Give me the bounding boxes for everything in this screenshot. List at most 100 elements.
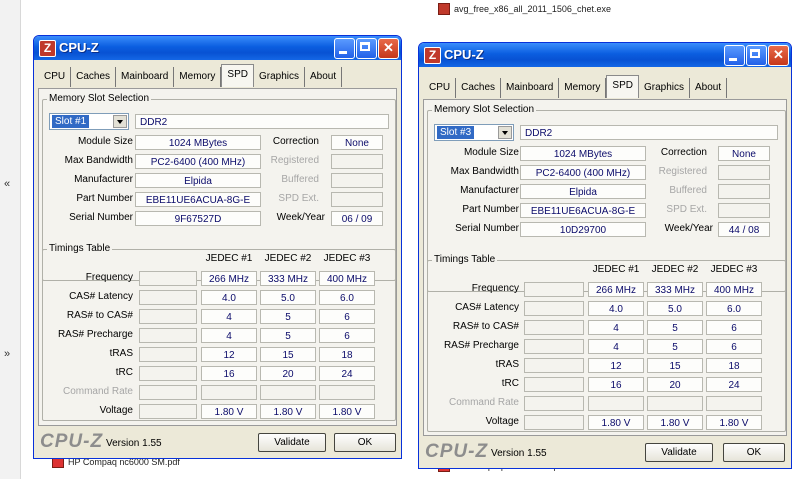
timings-group-label: Timings Table [47, 243, 113, 254]
close-icon: ✕ [773, 47, 784, 62]
part-number-value: EBE11UE6ACUA-8G-E [135, 192, 261, 207]
frequency-jedec-2: 333 MHz [647, 282, 703, 297]
title-bar[interactable]: Z CPU-Z ✕ [34, 36, 401, 60]
slot-select-value: Slot #1 [52, 115, 90, 128]
spd-ext-value [718, 203, 770, 218]
tab-about[interactable]: About [690, 78, 728, 98]
tab-spd[interactable]: SPD [606, 75, 639, 98]
tras-jedec-1: 12 [588, 358, 644, 373]
timing-blank-cell [524, 339, 584, 354]
close-button[interactable]: ✕ [768, 45, 789, 66]
timing-blank-cell [139, 271, 197, 286]
background-file-top[interactable]: avg_free_x86_all_2011_1506_chet.exe [438, 3, 611, 15]
close-button[interactable]: ✕ [378, 38, 399, 59]
ok-button[interactable]: OK [334, 433, 396, 452]
ok-button[interactable]: OK [723, 443, 785, 462]
tab-mainboard[interactable]: Mainboard [501, 78, 560, 98]
ras-precharge-jedec-1: 4 [588, 339, 644, 354]
frequency-jedec-2: 333 MHz [260, 271, 316, 286]
serial-number-value: 10D29700 [520, 222, 646, 237]
jedec-2-header: JEDEC #2 [651, 264, 699, 275]
part-number-label: Part Number [462, 204, 519, 215]
command-rate-jedec-2 [260, 385, 316, 400]
minimize-button[interactable] [724, 45, 745, 66]
window-footer: CPU-Z Version 1.55 Validate OK [34, 428, 401, 458]
slot-select[interactable]: Slot #3 [434, 124, 514, 141]
timings-group: Timings Table JEDEC #1 JEDEC #2 JEDEC #3… [42, 243, 396, 421]
timing-blank-cell [524, 320, 584, 335]
collapse-up-icon[interactable]: « [4, 178, 10, 190]
tab-graphics[interactable]: Graphics [639, 78, 690, 98]
tab-spd[interactable]: SPD [221, 64, 254, 87]
timing-blank-cell [139, 366, 197, 381]
jedec-3-header: JEDEC #3 [710, 264, 758, 275]
cpuz-window-2: Z CPU-Z ✕ CPU Caches Mainboard Memory SP… [418, 42, 792, 469]
tab-memory[interactable]: Memory [559, 78, 607, 98]
ras-precharge-jedec-1: 4 [201, 328, 257, 343]
validate-button[interactable]: Validate [258, 433, 326, 452]
cpuz-window-1: Z CPU-Z ✕ CPU Caches Mainboard Memory SP… [33, 35, 402, 459]
collapse-down-icon[interactable]: » [4, 348, 10, 360]
tras-label: tRAS [495, 359, 519, 370]
cas-latency-jedec-1: 4.0 [588, 301, 644, 316]
timing-blank-cell [139, 290, 197, 305]
tras-jedec-1: 12 [201, 347, 257, 362]
voltage-label: Voltage [99, 405, 133, 416]
command-rate-jedec-1 [588, 396, 644, 411]
timing-blank-cell [524, 396, 584, 411]
manufacturer-label: Manufacturer [74, 174, 133, 185]
timing-blank-cell [139, 328, 197, 343]
title-bar[interactable]: Z CPU-Z ✕ [419, 43, 791, 67]
tab-memory[interactable]: Memory [174, 67, 222, 87]
tab-caches[interactable]: Caches [456, 78, 502, 98]
frequency-jedec-3: 400 MHz [319, 271, 375, 286]
trc-label: tRC [501, 378, 519, 389]
registered-label: Registered [658, 166, 707, 177]
frequency-jedec-1: 266 MHz [201, 271, 257, 286]
part-number-label: Part Number [76, 193, 133, 204]
spd-panel: Memory Slot Selection Slot #3 DDR2 Modul… [423, 99, 787, 436]
memory-slot-group-label: Memory Slot Selection [432, 104, 537, 115]
cpuz-app-icon: Z [39, 40, 56, 57]
tab-mainboard[interactable]: Mainboard [116, 67, 175, 87]
chevron-down-icon[interactable] [113, 115, 127, 128]
slot-select[interactable]: Slot #1 [49, 113, 129, 130]
tab-graphics[interactable]: Graphics [254, 67, 305, 87]
manufacturer-value: Elpida [520, 184, 646, 199]
tab-strip: CPU Caches Mainboard Memory SPD Graphics… [39, 64, 343, 87]
tab-caches[interactable]: Caches [71, 67, 117, 87]
timings-group: Timings Table JEDEC #1 JEDEC #2 JEDEC #3… [427, 254, 786, 432]
background-file-top-label: avg_free_x86_all_2011_1506_chet.exe [454, 4, 611, 14]
jedec-3-header: JEDEC #3 [323, 253, 371, 264]
buffered-label: Buffered [669, 185, 707, 196]
spd-ext-label: SPD Ext. [278, 193, 319, 204]
chevron-down-icon[interactable] [498, 126, 512, 139]
module-size-value: 1024 MBytes [520, 146, 646, 161]
tab-cpu[interactable]: CPU [39, 67, 72, 87]
week-year-value: 06 / 09 [331, 211, 383, 226]
timing-blank-cell [524, 358, 584, 373]
ras-to-cas-jedec-2: 5 [260, 309, 316, 324]
maximize-button[interactable] [356, 38, 377, 59]
timing-blank-cell [139, 347, 197, 362]
minimize-button[interactable] [334, 38, 355, 59]
command-rate-jedec-1 [201, 385, 257, 400]
slot-select-value: Slot #3 [437, 126, 475, 139]
cas-latency-label: CAS# Latency [455, 302, 519, 313]
ras-to-cas-jedec-1: 4 [588, 320, 644, 335]
window-title: CPU-Z [59, 40, 99, 55]
week-year-value: 44 / 08 [718, 222, 770, 237]
maximize-button[interactable] [746, 45, 767, 66]
timing-blank-cell [524, 301, 584, 316]
timing-blank-cell [524, 282, 584, 297]
tab-about[interactable]: About [305, 67, 343, 87]
buffered-value [331, 173, 383, 188]
cpuz-logo: CPU-Z [40, 431, 104, 452]
max-bandwidth-label: Max Bandwidth [450, 166, 519, 177]
buffered-value [718, 184, 770, 199]
validate-button[interactable]: Validate [645, 443, 713, 462]
cas-latency-jedec-3: 6.0 [706, 301, 762, 316]
jedec-1-header: JEDEC #1 [592, 264, 640, 275]
tab-cpu[interactable]: CPU [424, 78, 457, 98]
manufacturer-value: Elpida [135, 173, 261, 188]
